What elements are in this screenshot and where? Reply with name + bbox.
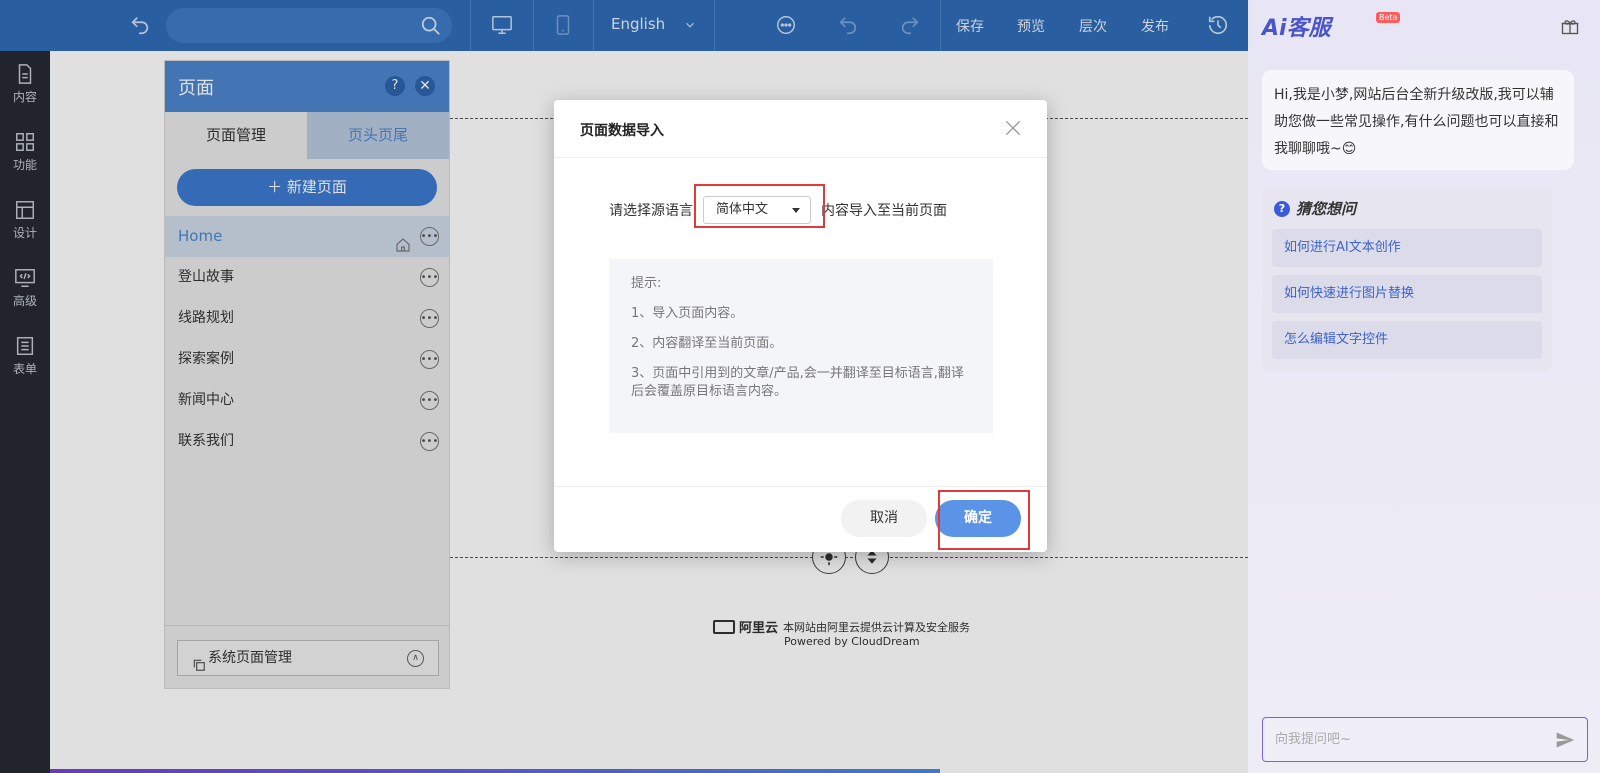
question-icon: ? <box>1274 200 1290 217</box>
tips-title: 提示: <box>631 276 662 291</box>
dialog-footer-divider <box>554 486 1047 487</box>
dialog-title: 页面数据导入 <box>580 123 664 139</box>
highlight-box <box>694 184 825 228</box>
import-target-label: 内容导入至当前页面 <box>821 203 947 219</box>
source-language-label: 请选择源语言 <box>609 203 693 219</box>
dialog-header: 页面数据导入 <box>554 100 1047 158</box>
faq-item[interactable]: 如何进行AI文本创作 <box>1272 229 1542 267</box>
import-page-data-dialog: 页面数据导入 请选择源语言 简体中文 内容导入至当前页面 提示: 1、导入页面内… <box>554 100 1047 552</box>
ai-assistant-panel: Ai客服 Beta Hi,我是小梦,网站后台全新升级改版,我可以辅助您做一些常见… <box>1248 0 1600 773</box>
ai-chat-input-box <box>1262 717 1588 762</box>
cancel-button[interactable]: 取消 <box>841 500 927 537</box>
beta-badge: Beta <box>1376 12 1401 23</box>
ai-chat-input[interactable] <box>1263 718 1523 761</box>
faq-panel: ? 猜您想问 如何进行AI文本创作 如何快速进行图片替换 怎么编辑文字控件 <box>1262 188 1552 372</box>
highlight-box <box>938 490 1030 550</box>
tips-box: 提示: 1、导入页面内容。 2、内容翻译至当前页面。 3、页面中引用到的文章/产… <box>609 259 993 433</box>
tip-item: 3、页面中引用到的文章/产品,会一并翻译至目标语言,翻译后会覆盖原目标语言内容。 <box>631 366 964 399</box>
faq-item[interactable]: 如何快速进行图片替换 <box>1272 275 1542 313</box>
send-icon[interactable] <box>1555 730 1575 750</box>
faq-title: ? 猜您想问 <box>1272 198 1542 219</box>
ai-service-logo: Ai客服 <box>1262 16 1331 41</box>
close-icon[interactable] <box>1003 118 1023 138</box>
faq-item[interactable]: 怎么编辑文字控件 <box>1272 321 1542 359</box>
tip-item: 1、导入页面内容。 <box>631 306 744 321</box>
ai-greeting-message: Hi,我是小梦,网站后台全新升级改版,我可以辅助您做一些常见操作,有什么问题也可… <box>1262 70 1574 170</box>
tip-item: 2、内容翻译至当前页面。 <box>631 336 783 351</box>
gift-icon[interactable] <box>1560 16 1580 36</box>
